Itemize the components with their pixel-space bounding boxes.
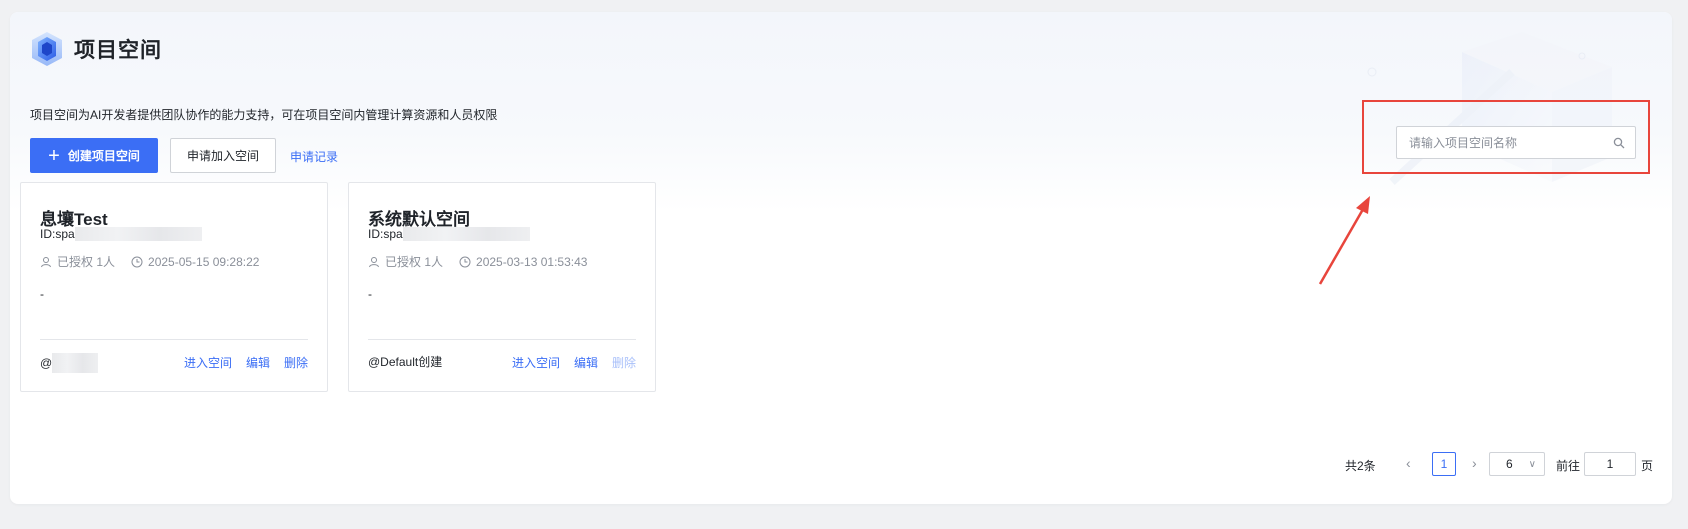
card-divider: [40, 339, 308, 340]
application-records-link[interactable]: 申请记录: [290, 148, 338, 165]
create-space-button[interactable]: + 创建项目空间: [30, 138, 158, 173]
card-actions: 进入空间 编辑 删除: [170, 354, 308, 371]
clock-icon: [131, 256, 143, 267]
user-icon: [369, 256, 379, 267]
creator-text: @Default创建: [368, 355, 443, 369]
project-id: ID:spa: [368, 227, 530, 241]
authorized-count: 已授权 1人: [385, 255, 444, 269]
project-id-prefix: ID:spa: [40, 227, 75, 241]
redacted-creator: [52, 353, 99, 373]
user-icon: [41, 256, 51, 267]
created-time: 2025-03-13 01:53:43: [476, 254, 588, 269]
project-card: 系统默认空间 ID:spa 已授权 1人 2025-03-13 01:53:43…: [348, 182, 656, 392]
goto-label: 前往: [1556, 459, 1581, 473]
page-number-current[interactable]: 1: [1432, 452, 1456, 476]
chevron-right-icon[interactable]: ›: [1472, 455, 1477, 471]
cube-logo-icon: [32, 32, 62, 66]
project-meta: 已授权 1人 2025-03-13 01:53:43: [368, 253, 587, 270]
project-card: 息壤Test ID:spa 已授权 1人 2025-05-15 09:28:22…: [20, 182, 328, 392]
card-divider: [368, 339, 636, 340]
goto-page-input[interactable]: [1584, 452, 1636, 476]
project-meta: 已授权 1人 2025-05-15 09:28:22: [40, 253, 259, 270]
page-header: 项目空间: [30, 30, 162, 68]
enter-space-link[interactable]: 进入空间: [512, 354, 560, 371]
search-input[interactable]: [1409, 135, 1613, 150]
project-creator: @: [40, 353, 99, 373]
redacted-id: [74, 227, 202, 241]
card-actions: 进入空间 编辑 删除: [498, 354, 636, 371]
page-size-select[interactable]: 6 ∨: [1489, 452, 1545, 476]
project-creator: @Default创建: [368, 353, 442, 370]
total-count: 共2条: [1345, 459, 1376, 473]
page-description: 项目空间为AI开发者提供团队协作的能力支持，可在项目空间内管理计算资源和人员权限: [30, 108, 498, 122]
clock-icon: [459, 256, 471, 267]
edit-link[interactable]: 编辑: [246, 354, 270, 371]
goto-suffix: 页: [1641, 459, 1654, 473]
project-description: -: [368, 287, 372, 301]
chevron-left-icon[interactable]: ‹: [1406, 455, 1411, 471]
create-space-label: 创建项目空间: [67, 149, 140, 163]
project-id: ID:spa: [40, 227, 202, 241]
pagination: 共2条 ‹ 1 › 6 ∨ 前往 页: [0, 451, 1688, 477]
page-title: 项目空间: [74, 39, 162, 62]
search-field[interactable]: [1396, 126, 1636, 159]
chevron-down-icon: ∨: [1528, 458, 1536, 470]
project-id-prefix: ID:spa: [368, 227, 403, 241]
redacted-id: [402, 227, 530, 241]
project-description: -: [40, 287, 44, 301]
edit-link[interactable]: 编辑: [574, 354, 598, 371]
creator-text: @: [40, 356, 53, 370]
page-size-value: 6: [1506, 457, 1513, 471]
created-time: 2025-05-15 09:28:22: [148, 254, 260, 269]
delete-link-disabled: 删除: [611, 356, 636, 370]
apply-join-button[interactable]: 申请加入空间: [170, 138, 276, 173]
delete-link[interactable]: 删除: [284, 354, 308, 371]
enter-space-link[interactable]: 进入空间: [184, 354, 232, 371]
plus-icon: +: [48, 144, 60, 167]
authorized-count: 已授权 1人: [57, 255, 116, 269]
annotation-arrow: [1318, 196, 1370, 285]
apply-join-label: 申请加入空间: [186, 149, 259, 163]
search-icon[interactable]: [1613, 137, 1625, 149]
